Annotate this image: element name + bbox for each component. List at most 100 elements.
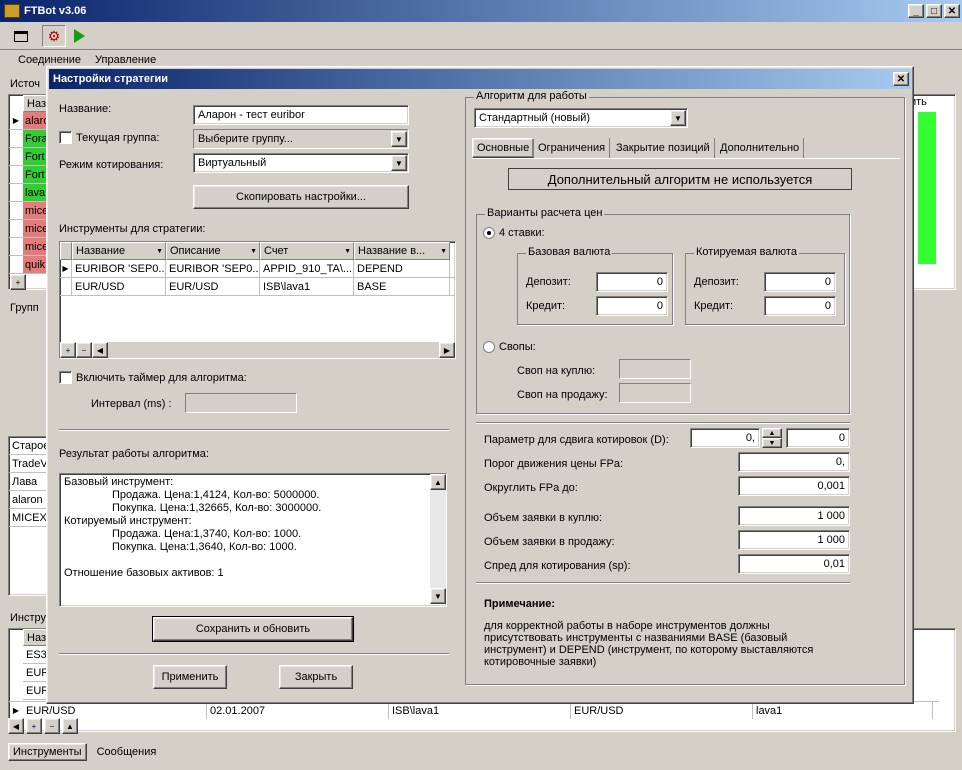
shift-spinner[interactable]: ▲ ▼	[762, 428, 782, 448]
minimize-button[interactable]: _	[908, 4, 924, 18]
v-scrollbar[interactable]: ▲ ▼	[430, 474, 446, 604]
save-and-update-button[interactable]: Сохранить и обновить	[152, 616, 354, 642]
window-toggle-button[interactable]	[10, 26, 32, 46]
fpa-input[interactable]: 0,	[738, 452, 850, 472]
swap-buy-label: Своп на куплю:	[517, 365, 596, 377]
col-desc-header[interactable]: Описание ▼	[166, 242, 260, 260]
quote-currency-group: Котируемая валюта Депозит: 0 Кредит: 0	[685, 246, 845, 325]
sell-volume-input[interactable]: 1 000	[738, 530, 850, 550]
sources-label: Источ	[10, 78, 40, 90]
menu-connection[interactable]: Соединение	[18, 54, 81, 66]
tab-main[interactable]: Основные	[472, 138, 534, 158]
scroll-right-button[interactable]: ▶	[439, 342, 455, 358]
close-window-button[interactable]: ✕	[944, 4, 960, 18]
fpa-label: Порог движения цены FPa:	[484, 458, 624, 470]
scroll-down-button[interactable]: ▼	[430, 588, 446, 604]
cell-name: EUR/USD	[72, 278, 166, 295]
shift-value-input[interactable]: 0,	[690, 428, 760, 448]
bottom-row-account: ISB\lava1	[389, 702, 571, 719]
spread-input[interactable]: 0,01	[738, 554, 850, 574]
group-row[interactable]: TradeV	[9, 455, 47, 473]
four-rates-radio[interactable]	[483, 227, 495, 239]
algorithm-select-value: Стандартный (новый)	[479, 112, 591, 124]
result-line: Покупка. Цена:1,3640, Кол-во: 1000.	[112, 541, 297, 553]
tab-extra[interactable]: Дополнительно	[716, 138, 805, 158]
group-select[interactable]: Выберите группу... ▼	[193, 129, 409, 149]
copy-settings-button[interactable]: Скопировать настройки...	[193, 185, 409, 209]
result-line: Базовый инструмент:	[64, 476, 174, 488]
tab-instruments[interactable]: Инструменты	[8, 743, 87, 761]
quote-credit-input[interactable]: 0	[764, 296, 836, 316]
dialog-close-button[interactable]: ✕	[893, 72, 909, 86]
instruments-label: Инстру	[10, 612, 47, 624]
quote-deposit-input[interactable]: 0	[764, 272, 836, 292]
table-row[interactable]: ▶ EURIBOR 'SEP0... EURIBOR 'SEP0... APPI…	[60, 260, 455, 278]
close-button[interactable]: Закрыть	[279, 665, 353, 689]
swap-buy-input[interactable]	[619, 359, 691, 379]
timer-checkbox-row[interactable]: Включить таймер для алгоритма:	[59, 371, 247, 384]
instruments-label: Инструменты для стратегии:	[59, 223, 206, 235]
group-row[interactable]: Старое	[9, 437, 47, 455]
h-scrollbar-track[interactable]	[108, 342, 439, 358]
group-row[interactable]: alaron	[9, 491, 47, 509]
group-row[interactable]: Лава	[9, 473, 47, 491]
name-label: Название:	[59, 103, 112, 115]
nav-add-button[interactable]: +	[26, 718, 42, 734]
disconnect-icon: ⚙	[47, 27, 61, 44]
mode-select[interactable]: Виртуальный ▼	[193, 153, 409, 173]
menu-control[interactable]: Управление	[95, 54, 156, 66]
spin-up-icon[interactable]: ▲	[762, 428, 782, 438]
nav-remove-button[interactable]: −	[44, 718, 60, 734]
name-input[interactable]: Аларон - тест euribor	[193, 105, 409, 125]
cell-account: ISB\lava1	[260, 278, 354, 295]
col-name-header[interactable]: Название ▼	[72, 242, 166, 260]
result-line: Покупка. Цена:1,32665, Кол-во: 3000000.	[112, 502, 322, 514]
tab-messages[interactable]: Сообщения	[97, 746, 157, 758]
bottom-row-source: lava1	[753, 702, 933, 719]
current-group-checkbox-row[interactable]: Текущая группа:	[59, 131, 159, 144]
round-input[interactable]: 0,001	[738, 476, 850, 496]
nav-first-button[interactable]: ◀	[8, 718, 24, 734]
spin-down-icon[interactable]: ▼	[762, 438, 782, 448]
dialog-title: Настройки стратегии	[53, 73, 169, 85]
maximize-button[interactable]: □	[926, 4, 942, 18]
algorithm-select[interactable]: Стандартный (новый) ▼	[474, 108, 688, 128]
start-button[interactable]	[68, 26, 90, 46]
swap-sell-input[interactable]	[619, 383, 691, 403]
apply-button[interactable]: Применить	[153, 665, 227, 689]
col-alias-header[interactable]: Название в... ▼	[354, 242, 450, 260]
sources-add-button[interactable]: +	[10, 274, 26, 290]
result-textarea[interactable]: Базовый инструмент: Продажа. Цена:1,4124,…	[59, 473, 447, 607]
buy-volume-input[interactable]: 1 000	[738, 506, 850, 526]
tab-limits[interactable]: Ограничения	[534, 138, 611, 158]
group-row[interactable]: MICEX	[9, 509, 47, 527]
chevron-down-icon[interactable]: ▼	[391, 155, 407, 171]
cell-account: APPID_910_TA\...	[260, 260, 354, 277]
base-credit-label: Кредит:	[526, 300, 566, 312]
disconnect-button[interactable]: ⚙	[42, 25, 66, 47]
result-label: Результат работы алгоритма:	[59, 448, 209, 460]
swap-sell-label: Своп на продажу:	[517, 389, 608, 401]
nav-up-button[interactable]: ▲	[62, 718, 78, 734]
swaps-radio[interactable]	[483, 341, 495, 353]
sell-volume-label: Объем заявки в продажу:	[484, 536, 615, 548]
chevron-down-icon[interactable]: ▼	[391, 131, 407, 147]
scroll-left-button[interactable]: ◀	[92, 342, 108, 358]
shift-second-input[interactable]: 0	[786, 428, 850, 448]
chevron-down-icon[interactable]: ▼	[670, 110, 686, 126]
four-rates-radio-row[interactable]: 4 ставки:	[483, 227, 545, 239]
base-currency-group: Базовая валюта Депозит: 0 Кредит: 0	[517, 246, 673, 325]
col-account-header[interactable]: Счет ▼	[260, 242, 354, 260]
timer-checkbox[interactable]	[59, 371, 72, 384]
base-deposit-input[interactable]: 0	[596, 272, 668, 292]
swaps-radio-row[interactable]: Свопы:	[483, 341, 536, 353]
remove-instrument-button[interactable]: −	[76, 342, 92, 358]
tab-close-positions[interactable]: Закрытие позиций	[612, 138, 715, 158]
table-row[interactable]: EUR/USD EUR/USD ISB\lava1 BASE	[60, 278, 455, 296]
add-instrument-button[interactable]: +	[60, 342, 76, 358]
scroll-up-button[interactable]: ▲	[430, 474, 446, 490]
base-credit-input[interactable]: 0	[596, 296, 668, 316]
current-group-checkbox[interactable]	[59, 131, 72, 144]
interval-input[interactable]	[185, 393, 297, 413]
extra-algorithm-button[interactable]: Дополнительный алгоритм не используется	[508, 168, 852, 190]
